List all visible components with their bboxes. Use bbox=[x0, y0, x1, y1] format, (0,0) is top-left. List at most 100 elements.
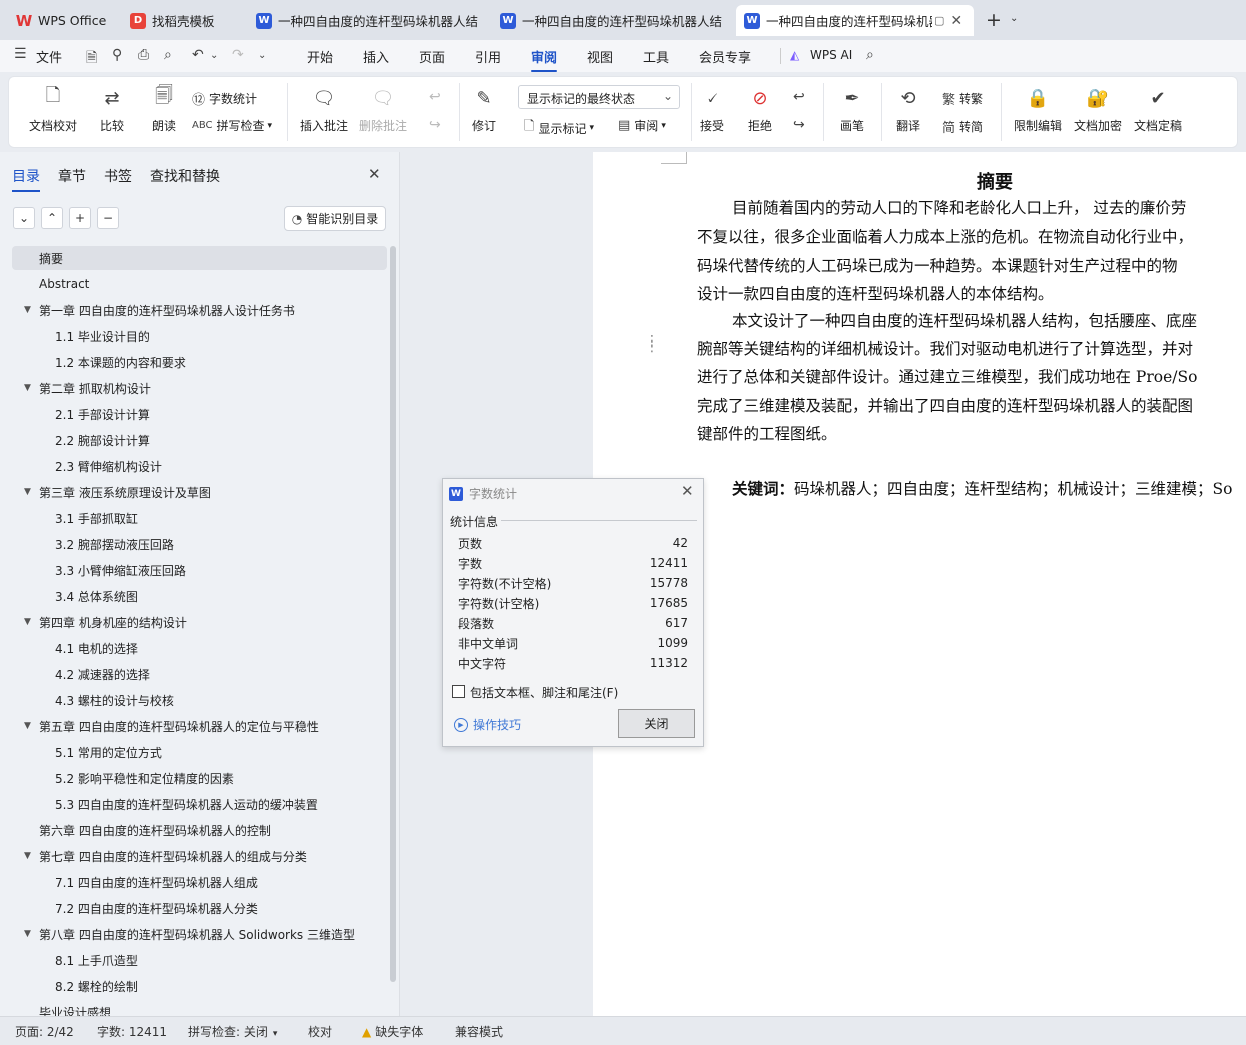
toc-item-section[interactable]: 4.2 减速器的选择 bbox=[12, 662, 387, 686]
toc-item-section[interactable]: 7.2 四自由度的连杆型码垛机器人分类 bbox=[12, 896, 387, 920]
toc-item-section[interactable]: 4.3 螺柱的设计与校核 bbox=[12, 688, 387, 712]
status-word-count[interactable]: 字数: 12411 bbox=[97, 1023, 167, 1040]
share-icon[interactable]: ⚲ bbox=[112, 47, 122, 63]
toc-item-section[interactable]: 3.1 手部抓取缸 bbox=[12, 506, 387, 530]
search-icon[interactable]: ⌕ bbox=[866, 47, 874, 63]
dialog-close-icon[interactable]: ✕ bbox=[681, 482, 694, 500]
more-chevron-icon[interactable]: ⌄ bbox=[258, 50, 266, 61]
menu-home[interactable]: 开始 bbox=[307, 47, 333, 66]
drag-handle-icon[interactable]: ⋮ ⋮ bbox=[645, 334, 659, 354]
status-page[interactable]: 页面: 2/42 bbox=[15, 1023, 74, 1040]
toc-item-section[interactable]: 3.3 小臂伸缩缸液压回路 bbox=[12, 558, 387, 582]
spell-check-button[interactable]: ABC 拼写检查 ▾ bbox=[192, 117, 272, 134]
tab-find-replace[interactable]: 查找和替换 bbox=[150, 166, 220, 186]
undo-dropdown-icon[interactable]: ⌄ bbox=[210, 50, 218, 61]
toc-item-section[interactable]: 5.2 影响平稳性和定位精度的因素 bbox=[12, 766, 387, 790]
toc-item-chapter[interactable]: ▼ 第三章 液压系统原理设计及草图 bbox=[12, 480, 387, 504]
toc-item-section[interactable]: 3.2 腕部摆动液压回路 bbox=[12, 532, 387, 556]
toc-item-section[interactable]: 2.2 腕部设计计算 bbox=[12, 428, 387, 452]
menu-insert[interactable]: 插入 bbox=[363, 47, 389, 66]
toc-item-chapter[interactable]: ▼ 第一章 四自由度的连杆型码垛机器人设计任务书 bbox=[12, 298, 387, 322]
close-tab-icon[interactable]: ✕ bbox=[950, 13, 962, 29]
status-missing-font[interactable]: ▲ 缺失字体 bbox=[362, 1023, 423, 1040]
save-icon[interactable]: 🗎 bbox=[86, 47, 97, 71]
tab-docer[interactable]: D 找稻壳模板 bbox=[122, 5, 244, 36]
tab-doc-active[interactable]: W一种四自由度的连杆型码垛机器人 ▢ ✕ bbox=[736, 5, 974, 36]
insert-comment-button[interactable]: 🗨 插入批注 bbox=[300, 85, 348, 134]
tab-doc-1[interactable]: W 一种四自由度的连杆型码垛机器人结构 bbox=[248, 5, 486, 36]
toc-item-section[interactable]: 1.1 毕业设计目的 bbox=[12, 324, 387, 348]
toc-item-chapter[interactable]: ▼ 第七章 四自由度的连杆型码垛机器人的组成与分类 bbox=[12, 844, 387, 868]
menu-tools[interactable]: 工具 bbox=[643, 47, 669, 66]
toc-item-chapter[interactable]: Abstract bbox=[12, 272, 387, 296]
toc-item-chapter[interactable]: 摘要 bbox=[12, 246, 387, 270]
expand-caret-icon[interactable]: ▼ bbox=[24, 721, 31, 731]
expand-caret-icon[interactable]: ▼ bbox=[24, 487, 31, 497]
hamburger-icon[interactable]: ☰ bbox=[14, 46, 27, 62]
redo-icon[interactable]: ↷ bbox=[232, 47, 244, 63]
collapse-all-button[interactable]: ⌄ bbox=[13, 207, 35, 229]
tab-doc-2[interactable]: W 一种四自由度的连杆型码垛机器人结构 bbox=[492, 5, 730, 36]
menu-file[interactable]: 文件 bbox=[36, 47, 62, 66]
tab-bookmarks[interactable]: 书签 bbox=[104, 166, 132, 186]
toc-item-chapter[interactable]: ▼ 第八章 四自由度的连杆型码垛机器人 Solidworks 三维造型 bbox=[12, 922, 387, 946]
tab-toc[interactable]: 目录 bbox=[12, 166, 40, 192]
toc-item-chapter[interactable]: ▼ 第五章 四自由度的连杆型码垛机器人的定位与平稳性 bbox=[12, 714, 387, 738]
toc-item-section[interactable]: 8.2 螺栓的绘制 bbox=[12, 974, 387, 998]
print-icon[interactable]: ⎙ bbox=[138, 47, 149, 63]
expand-up-button[interactable]: ⌃ bbox=[41, 207, 63, 229]
toc-item-section[interactable]: 5.3 四自由度的连杆型码垛机器人运动的缓冲装置 bbox=[12, 792, 387, 816]
include-textbox-checkbox[interactable] bbox=[452, 685, 465, 698]
restrict-edit-button[interactable]: 🔒 限制编辑 bbox=[1014, 85, 1062, 134]
dialog-close-button[interactable]: 关闭 bbox=[618, 709, 695, 738]
next-change-icon[interactable]: ↪ bbox=[793, 117, 805, 133]
word-count-button[interactable]: ⑫ 字数统计 bbox=[192, 89, 257, 108]
expand-caret-icon[interactable]: ▼ bbox=[24, 929, 31, 939]
next-comment-icon[interactable]: ↪ bbox=[429, 117, 441, 133]
review-pane-button[interactable]: ▤ 审阅 ▾ bbox=[618, 117, 666, 134]
compare-button[interactable]: ⇄ 比较 bbox=[99, 85, 125, 134]
toc-item-section[interactable]: 2.1 手部设计计算 bbox=[12, 402, 387, 426]
accept-button[interactable]: 🗸 接受 bbox=[699, 85, 725, 134]
toc-item-chapter[interactable]: 毕业设计感想 bbox=[12, 1000, 387, 1017]
toc-item-section[interactable]: 3.4 总体系统图 bbox=[12, 584, 387, 608]
remove-heading-button[interactable]: − bbox=[97, 207, 119, 229]
show-markup-button[interactable]: 🗋 显示标记 ▾ bbox=[524, 117, 594, 139]
expand-caret-icon[interactable]: ▼ bbox=[24, 305, 31, 315]
menu-member[interactable]: 会员专享 bbox=[699, 47, 751, 66]
to-traditional-button[interactable]: 繁转繁 bbox=[942, 89, 983, 108]
menu-view[interactable]: 视图 bbox=[587, 47, 613, 66]
new-tab-icon[interactable]: + bbox=[986, 9, 1002, 31]
doc-proof-button[interactable]: 🗋 文档校对 bbox=[29, 85, 77, 134]
menu-reference[interactable]: 引用 bbox=[475, 47, 501, 66]
window-icon[interactable]: ▢ bbox=[934, 14, 944, 27]
pen-button[interactable]: ✒ 画笔 bbox=[839, 85, 865, 134]
encrypt-button[interactable]: 🔐 文档加密 bbox=[1074, 85, 1122, 134]
prev-comment-icon[interactable]: ↩ bbox=[429, 89, 441, 105]
expand-caret-icon[interactable]: ▼ bbox=[24, 383, 31, 393]
revise-button[interactable]: ✎ 修订 bbox=[471, 85, 497, 134]
status-proof[interactable]: 校对 bbox=[308, 1023, 332, 1040]
toc-item-section[interactable]: 1.2 本课题的内容和要求 bbox=[12, 350, 387, 374]
translate-button[interactable]: ⟲ 翻译 bbox=[895, 85, 921, 134]
toc-item-chapter[interactable]: ▼ 第二章 抓取机构设计 bbox=[12, 376, 387, 400]
expand-caret-icon[interactable]: ▼ bbox=[24, 617, 31, 627]
reject-button[interactable]: ⊘ 拒绝 bbox=[747, 85, 773, 134]
add-heading-button[interactable]: + bbox=[69, 207, 91, 229]
tab-list-chevron-icon[interactable]: ⌄ bbox=[1010, 13, 1018, 24]
toc-item-section[interactable]: 7.1 四自由度的连杆型码垛机器人组成 bbox=[12, 870, 387, 894]
menu-wps-ai[interactable]: WPS AI bbox=[810, 48, 852, 62]
toc-item-section[interactable]: 8.1 上手爪造型 bbox=[12, 948, 387, 972]
tips-link[interactable]: ▶ 操作技巧 bbox=[454, 716, 521, 733]
delete-comment-button[interactable]: 🗨 删除批注 bbox=[359, 85, 407, 134]
expand-caret-icon[interactable]: ▼ bbox=[24, 851, 31, 861]
smart-toc-button[interactable]: ◔ 智能识别目录 bbox=[284, 206, 386, 231]
status-spell-check[interactable]: 拼写检查: 关闭 ▾ bbox=[188, 1023, 277, 1040]
prev-change-icon[interactable]: ↩ bbox=[793, 89, 805, 105]
toc-item-chapter[interactable]: 第六章 四自由度的连杆型码垛机器人的控制 bbox=[12, 818, 387, 842]
menu-page[interactable]: 页面 bbox=[419, 47, 445, 66]
print-preview-icon[interactable]: ⌕ bbox=[164, 47, 172, 63]
to-simplified-button[interactable]: 简转简 bbox=[942, 117, 983, 136]
toc-item-section[interactable]: 4.1 电机的选择 bbox=[12, 636, 387, 660]
markup-state-select[interactable]: 显示标记的最终状态 ⌄ bbox=[518, 85, 680, 109]
